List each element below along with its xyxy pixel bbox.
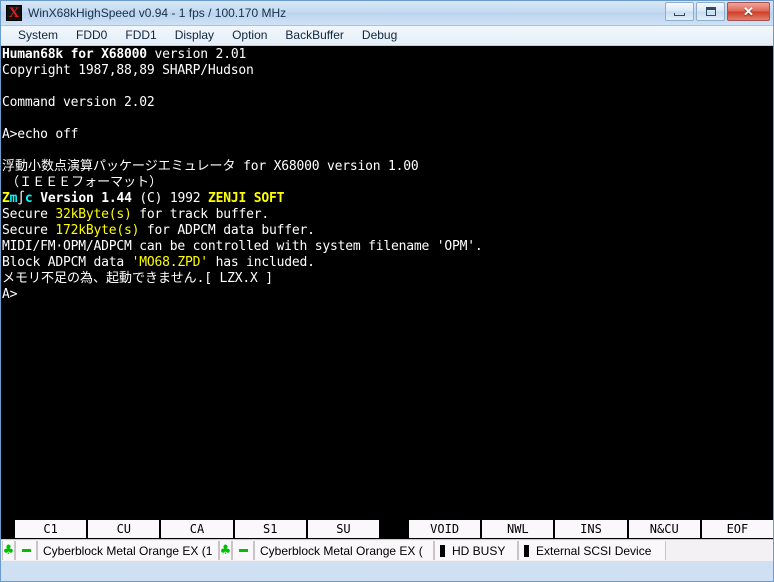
terminal-text: （ＩＥＥＥフォーマット） (2, 175, 163, 190)
menu-bar: System FDD0 FDD1 Display Option BackBuffer Deb… (1, 26, 773, 46)
terminal-text: c (24, 191, 33, 206)
terminal-text: .[ LZX.X ] (196, 271, 273, 286)
terminal-line: Secure 32kByte(s) for track buffer. (2, 207, 773, 223)
terminal-text: version 2.01 (146, 47, 247, 62)
hdd-led-icon (440, 544, 445, 557)
fdd1-disk-label[interactable]: Cyberblock Metal Orange EX ( (254, 541, 434, 560)
terminal-text: ZENJI SOFT (208, 191, 285, 206)
fdd1-access-led: ♣ (219, 541, 232, 560)
terminal-text: Z (2, 191, 10, 206)
terminal-line: A> (2, 287, 773, 303)
menu-item-fdd1[interactable]: FDD1 (116, 27, 165, 44)
function-key[interactable]: CU (88, 520, 160, 538)
terminal-text: Human68k for X68000 (2, 47, 147, 62)
scsi-status: External SCSI Device (518, 541, 666, 560)
title-bar[interactable]: WinX68kHighSpeed v0.94 - 1 fps / 100.170… (1, 1, 773, 26)
emulator-screen[interactable]: Human68k for X68000 version 2.01 Copyrigh… (1, 46, 773, 539)
function-key[interactable]: CA (161, 520, 233, 538)
function-key[interactable]: N&CU (628, 520, 700, 538)
terminal-text: MIDI/FM·OPM/ADPCM can be controlled with… (2, 239, 483, 254)
terminal-text: Command version 2.02 (2, 95, 155, 110)
terminal-output: Human68k for X68000 version 2.01 Copyrigh… (2, 46, 773, 303)
terminal-text: 172kByte(s) (55, 223, 140, 238)
minimize-icon (674, 12, 685, 16)
menu-item-fdd0[interactable]: FDD0 (67, 27, 116, 44)
function-key[interactable]: VOID (409, 520, 481, 538)
scsi-led-icon (524, 544, 529, 557)
function-key-bar: C1 CU CA S1 SU VOID NWL INS N&CU EOF (1, 519, 773, 539)
function-key[interactable]: S1 (234, 520, 306, 538)
app-icon[interactable] (6, 4, 22, 22)
minimize-button[interactable] (665, 2, 694, 21)
terminal-line: Block ADPCM data 'MO68.ZPD' has included… (2, 255, 773, 271)
terminal-text: Block ADPCM data (2, 255, 132, 270)
terminal-text: A>echo off (2, 127, 79, 142)
status-bar-filler (666, 541, 773, 560)
function-key[interactable]: INS (555, 520, 627, 538)
function-key[interactable]: SU (307, 520, 380, 538)
terminal-text: has included. (207, 255, 315, 270)
terminal-text: for ADPCM data buffer. (139, 223, 315, 238)
terminal-line: Command version 2.02 (2, 95, 773, 111)
scsi-status-label: External SCSI Device (536, 543, 652, 558)
hdd-status-label: HD BUSY (452, 543, 506, 558)
terminal-line: Zm∫c Version 1.44 (C) 1992 ZENJI SOFT (2, 191, 773, 207)
fdd0-access-icon: ♣ (2, 543, 15, 558)
terminal-text: メモリ不足の為、起動できません (2, 271, 197, 286)
eject-icon (21, 549, 31, 552)
terminal-line: MIDI/FM·OPM/ADPCM can be controlled with… (2, 239, 773, 255)
terminal-text: (C) 1992 (131, 191, 208, 206)
maximize-button[interactable] (696, 2, 725, 21)
terminal-text: for track buffer. (131, 207, 269, 222)
terminal-text: Secure (2, 207, 56, 222)
maximize-icon (705, 7, 716, 16)
close-button[interactable]: ✕ (727, 2, 770, 21)
fdd0-disk-name: Cyberblock Metal Orange EX (1 (43, 543, 213, 558)
terminal-line: Copyright 1987,88,89 SHARP/Hudson (2, 63, 773, 79)
menu-item-debug[interactable]: Debug (353, 27, 406, 44)
terminal-text: Secure (2, 223, 56, 238)
function-key[interactable]: C1 (15, 520, 87, 538)
terminal-line: Human68k for X68000 version 2.01 (2, 47, 773, 63)
fdd1-eject-button[interactable] (232, 541, 254, 560)
terminal-text: 浮動小数点演算パッケージエミュレータ (2, 159, 236, 174)
terminal-text: Copyright 1987,88,89 SHARP/Hudson (2, 63, 254, 78)
terminal-line: A>echo off (2, 127, 773, 143)
terminal-line: メモリ不足の為、起動できません.[ LZX.X ] (2, 271, 773, 287)
menu-item-system[interactable]: System (9, 27, 67, 44)
terminal-text: 'MO68.ZPD' (131, 255, 208, 270)
fdd1-disk-name: Cyberblock Metal Orange EX ( (260, 543, 423, 558)
function-key[interactable]: NWL (482, 520, 554, 538)
menu-item-backbuffer[interactable]: BackBuffer (276, 27, 352, 44)
fdd0-access-led: ♣ (2, 541, 15, 560)
terminal-line: 浮動小数点演算パッケージエミュレータ for X68000 version 1.… (2, 159, 773, 175)
terminal-text: for X68000 version 1.00 (235, 159, 419, 174)
function-key[interactable]: EOF (701, 520, 773, 538)
menu-item-option[interactable]: Option (223, 27, 276, 44)
terminal-text: Version 1.44 (32, 191, 132, 206)
terminal-line: （ＩＥＥＥフォーマット） (2, 175, 773, 191)
terminal-line: Secure 172kByte(s) for ADPCM data buffer… (2, 223, 773, 239)
status-bar: ♣ Cyberblock Metal Orange EX (1 ♣ Cyberb… (1, 539, 773, 561)
terminal-text: 32kByte(s) (55, 207, 132, 222)
fdd1-access-icon: ♣ (219, 543, 232, 558)
menu-item-display[interactable]: Display (166, 27, 223, 44)
terminal-text: A> (2, 287, 18, 302)
window-title: WinX68kHighSpeed v0.94 - 1 fps / 100.170… (28, 6, 287, 20)
emulator-window: WinX68kHighSpeed v0.94 - 1 fps / 100.170… (0, 0, 774, 582)
hdd-status: HD BUSY (434, 541, 518, 560)
eject-icon (238, 549, 248, 552)
window-controls: ✕ (665, 2, 770, 21)
close-icon: ✕ (743, 4, 754, 19)
fdd0-eject-button[interactable] (15, 541, 37, 560)
terminal-text: ∫ (17, 191, 25, 206)
fdd0-disk-label[interactable]: Cyberblock Metal Orange EX (1 (37, 541, 219, 560)
